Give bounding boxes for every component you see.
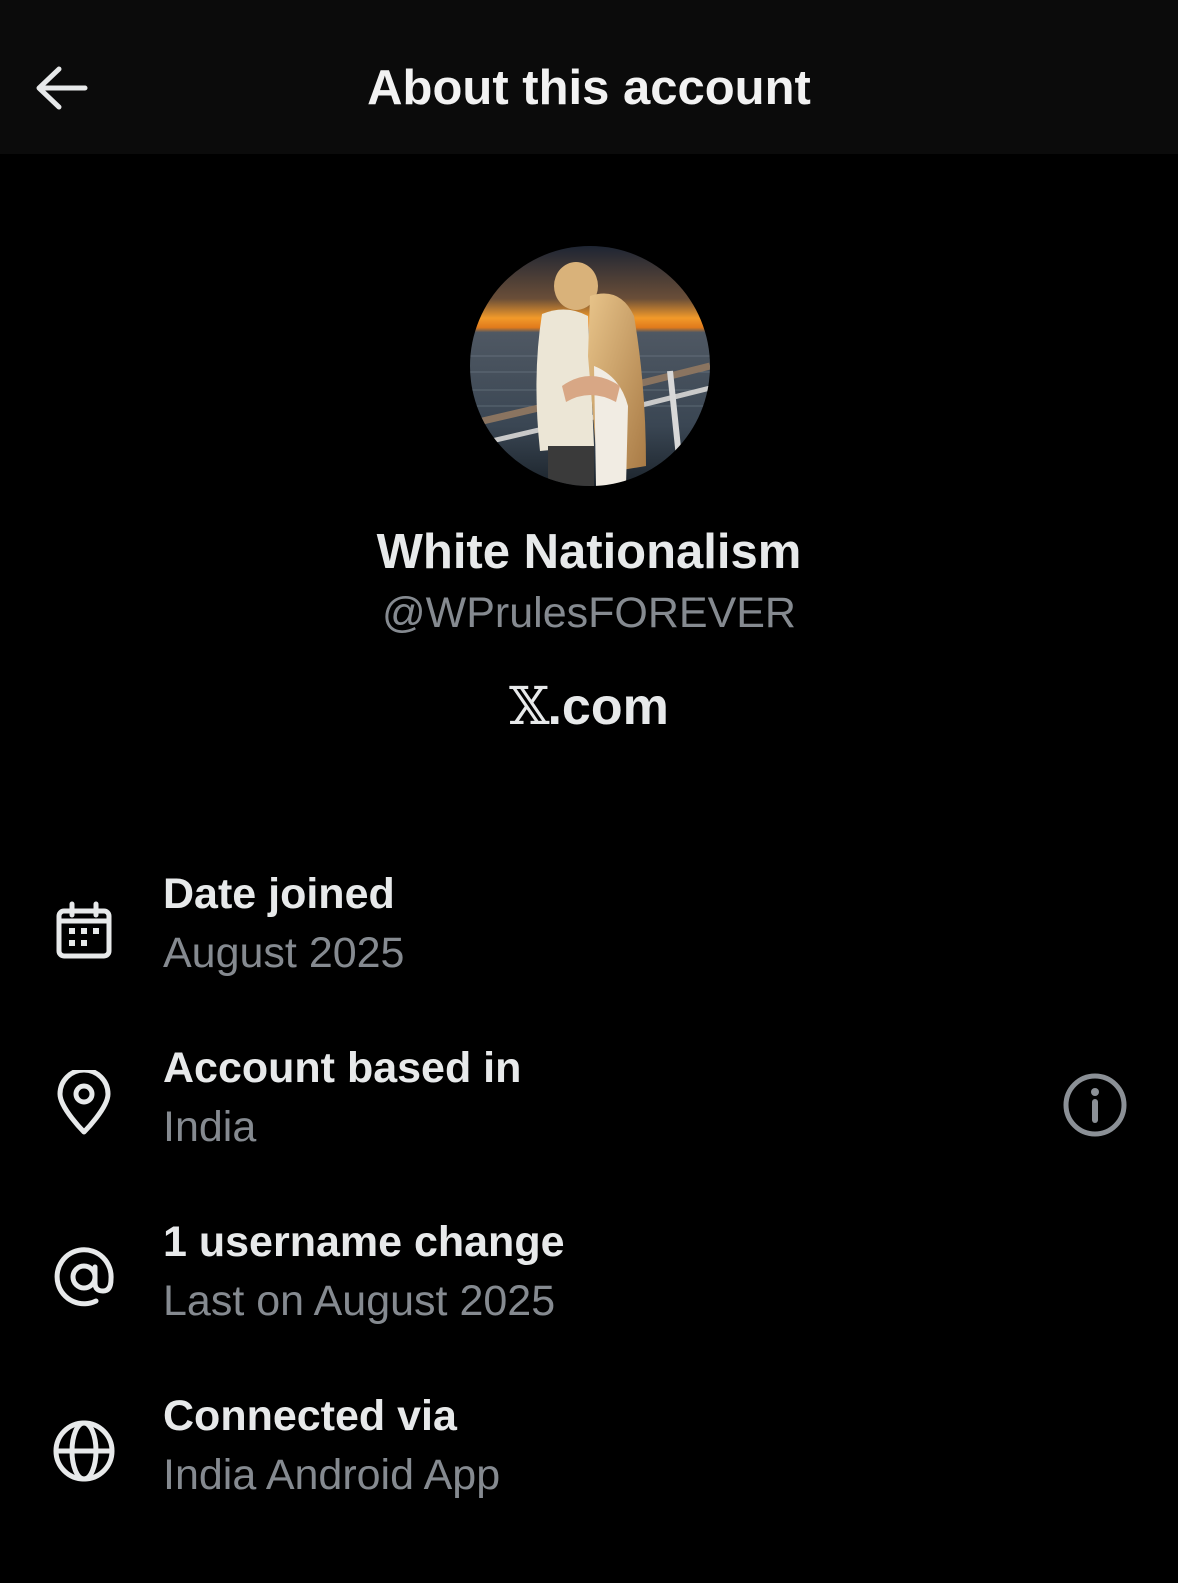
username-handle: @WPrulesFOREVER xyxy=(382,589,796,637)
detail-row-username-change: 1 username change Last on August 2025 xyxy=(0,1208,1178,1358)
display-name: White Nationalism xyxy=(376,525,802,579)
detail-label: Date joined xyxy=(163,870,395,918)
detail-value: August 2025 xyxy=(163,929,405,977)
globe-icon xyxy=(48,1415,120,1487)
calendar-icon xyxy=(48,895,120,967)
info-icon xyxy=(1063,1073,1127,1137)
detail-row-account-based-in: Account based in India xyxy=(0,1034,1178,1184)
avatar-photo xyxy=(470,246,710,486)
detail-row-connected-via: Connected via India Android App xyxy=(0,1382,1178,1532)
platform-label: 𝕏.com xyxy=(0,675,1178,739)
at-sign-icon xyxy=(48,1241,120,1313)
detail-value: Last on August 2025 xyxy=(163,1277,556,1325)
info-button[interactable] xyxy=(1058,1068,1132,1142)
top-app-bar: About this account xyxy=(0,0,1178,154)
detail-label: Account based in xyxy=(163,1044,522,1092)
detail-label: Connected via xyxy=(163,1392,457,1440)
x-logo-icon: 𝕏 xyxy=(509,677,549,737)
detail-value: India Android App xyxy=(163,1451,501,1499)
detail-row-date-joined: Date joined August 2025 xyxy=(0,860,1178,1010)
about-account-screen: About this account White Nationalism @WP… xyxy=(0,0,1178,1583)
detail-value: India xyxy=(163,1103,257,1151)
avatar xyxy=(470,246,710,486)
platform-suffix: .com xyxy=(547,678,669,736)
page-title: About this account xyxy=(367,61,811,115)
location-pin-icon xyxy=(48,1067,120,1139)
detail-label: 1 username change xyxy=(163,1218,565,1266)
